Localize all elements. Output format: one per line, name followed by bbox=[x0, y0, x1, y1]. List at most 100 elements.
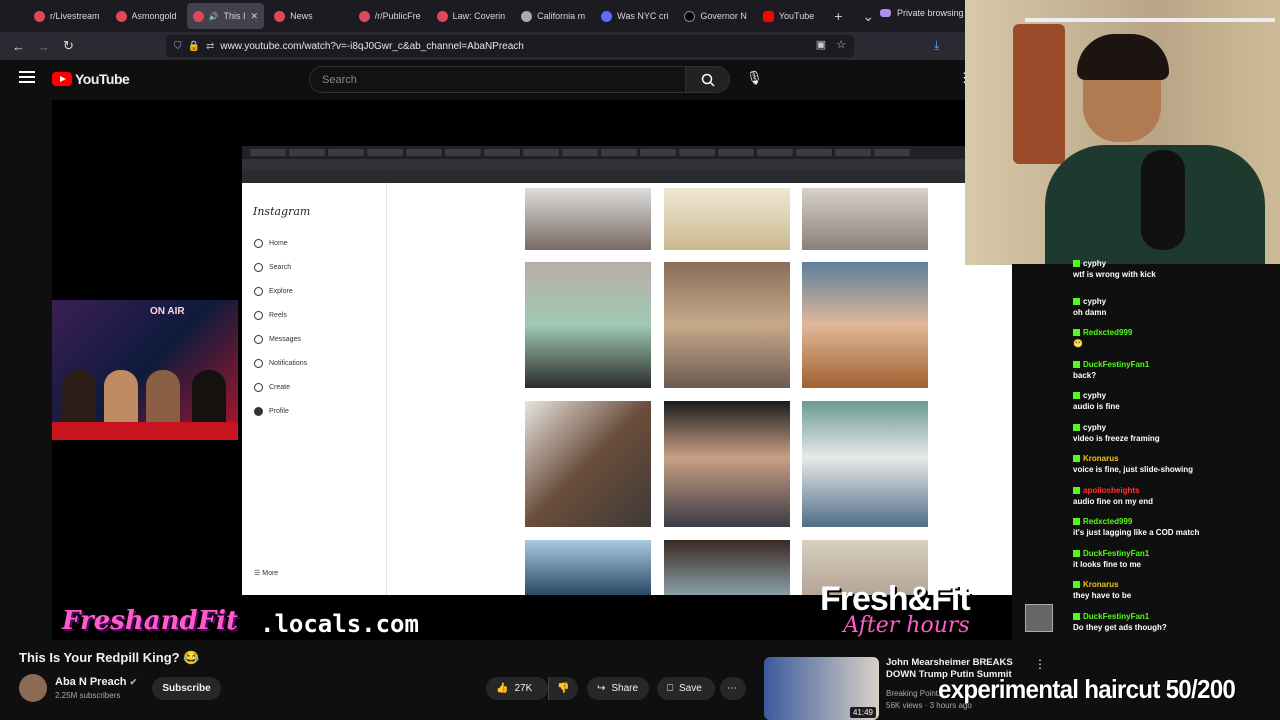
address-bar[interactable]: ⛉ 🔒 ⇄ www.youtube.com/watch?v=-i8qJ0Gwr_… bbox=[166, 35, 854, 57]
browser-tab[interactable]: /r/PublicFre bbox=[353, 3, 427, 29]
kick-badge-icon bbox=[1073, 581, 1080, 588]
chat-username[interactable]: DuckFestinyFan1 bbox=[1073, 611, 1167, 622]
chat-message: cyphy audio is fine bbox=[1073, 390, 1120, 412]
new-tab-button[interactable]: + bbox=[834, 8, 842, 24]
subscribe-button[interactable]: Subscribe bbox=[152, 677, 221, 700]
thumbs-up-icon: 👍 bbox=[496, 683, 509, 694]
browser-tab[interactable]: Asmongold bbox=[110, 3, 183, 29]
chat-username[interactable]: DuckFestinyFan1 bbox=[1073, 359, 1149, 370]
kick-badge-icon bbox=[1073, 455, 1080, 462]
chat-text: audio fine on my end bbox=[1073, 496, 1154, 506]
chat-username[interactable]: Kronarus bbox=[1073, 453, 1193, 464]
instagram-nav-item: Reels bbox=[254, 310, 307, 320]
browser-tab[interactable]: Law: Coverin bbox=[431, 3, 512, 29]
browser-tab[interactable]: News bbox=[268, 3, 319, 29]
photo-tile bbox=[664, 262, 790, 388]
chat-username[interactable]: Kronarus bbox=[1073, 579, 1131, 590]
instagram-sidebar: Instagram Home Search Explore Reels Mess… bbox=[242, 183, 387, 595]
video-title: This Is Your Redpill King? 😂 bbox=[19, 650, 200, 665]
reels-icon bbox=[254, 310, 263, 320]
browser-tab[interactable]: r/Livestream bbox=[28, 3, 106, 29]
tracking-shield-icon[interactable]: ⛉ bbox=[174, 41, 182, 52]
bookmark-star-icon[interactable]: ☆ bbox=[836, 38, 846, 51]
chat-username[interactable]: cyphy bbox=[1073, 390, 1120, 401]
instagram-nav-item: Explore bbox=[254, 286, 307, 296]
chat-text: back? bbox=[1073, 370, 1097, 380]
dislike-button[interactable]: 👎 bbox=[548, 677, 578, 700]
chat-message: apollosheights audio fine on my end bbox=[1073, 485, 1153, 507]
chat-text: Do they get ads though? bbox=[1073, 622, 1167, 632]
browser-tab[interactable]: YouTube bbox=[757, 3, 820, 29]
channel-avatar[interactable] bbox=[19, 674, 47, 702]
search-input[interactable]: Search bbox=[309, 66, 686, 93]
recommendation-menu-icon[interactable]: ⋮ bbox=[1034, 657, 1046, 671]
close-tab-icon[interactable]: ✕ bbox=[251, 11, 259, 22]
share-icon: ↪ bbox=[597, 683, 606, 694]
yahoo-icon bbox=[601, 10, 613, 22]
instagram-logo: Instagram bbox=[253, 205, 311, 218]
browser-tab[interactable]: California m bbox=[515, 3, 591, 29]
channel-name[interactable]: Aba N Preach ✔ bbox=[55, 676, 137, 688]
kick-badge-icon bbox=[1073, 329, 1080, 336]
kick-badge-icon bbox=[1073, 612, 1080, 620]
reader-mode-icon[interactable]: ▣ bbox=[816, 38, 826, 51]
create-icon bbox=[254, 382, 263, 392]
tab-list-chevron-icon[interactable]: ⌄ bbox=[862, 8, 874, 25]
chat-text: video is freeze framing bbox=[1073, 433, 1160, 443]
more-horizontal-icon: ⋯ bbox=[727, 683, 737, 694]
locals-url-text: .locals.com bbox=[260, 610, 419, 638]
chat-text: they have to be bbox=[1073, 591, 1132, 600]
chat-message: cyphy oh damn bbox=[1073, 296, 1106, 318]
instagram-nav-item: Search bbox=[254, 262, 307, 272]
chat-username[interactable]: cyphy bbox=[1073, 258, 1156, 269]
chat-username[interactable]: DuckFestinyFan1 bbox=[1073, 548, 1149, 559]
browser-tab[interactable]: Was NYC cri bbox=[595, 3, 674, 29]
save-button[interactable]: ⎕ Save bbox=[657, 677, 715, 700]
hamburger-menu-icon[interactable] bbox=[19, 71, 35, 83]
search-button[interactable] bbox=[686, 66, 730, 93]
chat-message: Kronarus voice is fine, just slide-showin… bbox=[1073, 453, 1193, 475]
kick-badge-icon bbox=[1073, 518, 1080, 525]
like-button[interactable]: 👍 27K bbox=[486, 677, 548, 700]
chat-username[interactable]: apollosheights bbox=[1073, 485, 1153, 496]
permissions-icon[interactable]: ⇄ bbox=[206, 41, 214, 52]
heart-icon bbox=[254, 358, 263, 368]
shared-bookmarks-bar bbox=[242, 170, 1013, 183]
youtube-logo[interactable]: YouTube bbox=[52, 71, 130, 87]
recommended-video-thumbnail[interactable]: 41:49 bbox=[764, 657, 879, 720]
forward-button[interactable]: → bbox=[31, 39, 56, 54]
chat-username[interactable]: Redxcted999 bbox=[1073, 327, 1132, 338]
browser-tab-active[interactable]: 🔊 This I ✕ bbox=[186, 3, 265, 29]
share-button[interactable]: ↪ Share bbox=[587, 677, 649, 700]
youtube-icon bbox=[762, 10, 774, 22]
reddit-icon bbox=[274, 10, 286, 22]
photo-tile bbox=[664, 401, 790, 527]
download-icon[interactable]: ⤓ bbox=[934, 38, 939, 53]
photo-tile bbox=[525, 401, 651, 527]
reload-button[interactable]: ↻ bbox=[56, 38, 81, 54]
chat-message: cyphy video is freeze framing bbox=[1073, 422, 1160, 444]
chat-message: DuckFestinyFan1 back? bbox=[1073, 359, 1149, 381]
instagram-nav-item: Create bbox=[254, 382, 307, 392]
private-browsing-indicator: Private browsing bbox=[880, 8, 964, 18]
kick-badge-icon bbox=[1073, 297, 1080, 305]
speaker-icon[interactable]: 🔊 bbox=[209, 12, 219, 21]
messages-icon bbox=[254, 334, 263, 344]
back-button[interactable]: ← bbox=[6, 39, 31, 54]
reddit-icon bbox=[115, 10, 127, 22]
lock-icon[interactable]: 🔒 bbox=[188, 41, 200, 52]
kick-badge-icon bbox=[1073, 486, 1080, 494]
kick-badge-icon bbox=[1073, 360, 1080, 368]
url-text[interactable]: www.youtube.com/watch?v=-i8qJ0Gwr_c&ab_c… bbox=[220, 41, 524, 52]
fresh-fit-after-hours-logo: Fresh&Fit After hours bbox=[820, 580, 971, 638]
chat-username[interactable]: Redxcted999 bbox=[1073, 516, 1199, 527]
chat-text: 😬 bbox=[1073, 339, 1083, 348]
chat-username[interactable]: cyphy bbox=[1073, 422, 1160, 433]
voice-search-mic-icon[interactable]: 🎙 bbox=[746, 70, 763, 86]
more-actions-button[interactable]: ⋯ bbox=[720, 677, 746, 700]
photo-tile bbox=[525, 262, 651, 388]
instagram-nav-item: Notifications bbox=[254, 358, 307, 368]
browser-tab[interactable]: Governor N bbox=[678, 3, 753, 29]
chat-username[interactable]: cyphy bbox=[1073, 296, 1106, 307]
shared-browser-tabs bbox=[242, 146, 1013, 159]
